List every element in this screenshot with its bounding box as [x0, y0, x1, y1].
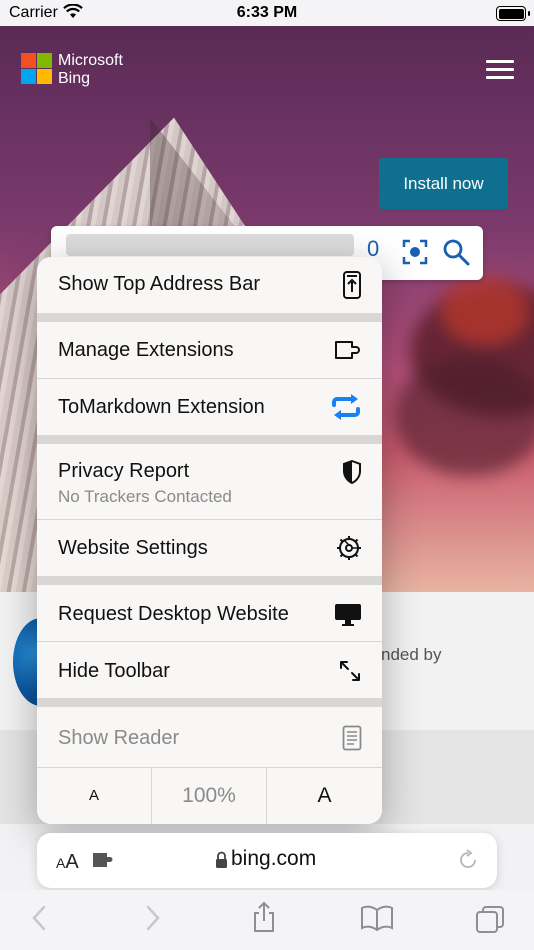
menu-item-manage-extensions[interactable]: Manage Extensions — [37, 322, 382, 378]
zoom-controls: A 100% A — [37, 768, 382, 824]
menu-item-website-settings[interactable]: Website Settings — [37, 520, 382, 576]
battery-icon — [496, 6, 526, 21]
expand-arrows-icon — [340, 661, 360, 681]
privacy-report-status: No Trackers Contacted — [58, 487, 232, 506]
decrease-text-size-button[interactable]: A — [37, 768, 151, 824]
menu-item-show-reader[interactable]: Show Reader — [37, 707, 382, 767]
url-text: bing.com — [231, 847, 317, 870]
bottom-toolbar — [0, 890, 534, 950]
share-icon[interactable] — [250, 900, 278, 934]
status-bar: Carrier 6:33 PM — [0, 0, 534, 26]
menu-item-hide-toolbar[interactable]: Hide Toolbar — [37, 642, 382, 698]
visual-search-icon[interactable] — [401, 238, 429, 266]
clock: 6:33 PM — [236, 4, 298, 21]
reload-icon[interactable] — [457, 849, 479, 871]
extension-icon[interactable] — [92, 850, 116, 870]
address-bar-top-icon — [343, 271, 361, 299]
page-menu: Show Top Address Bar Manage Extensions T… — [37, 257, 382, 824]
hamburger-menu-icon[interactable] — [486, 60, 514, 80]
puzzle-icon — [335, 341, 360, 359]
page-settings-button[interactable]: AA — [56, 851, 79, 874]
menu-item-show-top-address-bar[interactable]: Show Top Address Bar — [37, 257, 382, 313]
reader-icon — [342, 725, 362, 751]
search-icon[interactable] — [442, 238, 470, 266]
increase-text-size-button[interactable]: A — [267, 768, 382, 824]
shield-icon — [343, 460, 361, 484]
address-bar[interactable]: AA bing.com — [37, 833, 497, 888]
forward-icon[interactable] — [144, 904, 162, 932]
repeat-arrows-icon — [332, 394, 360, 420]
gear-icon — [337, 536, 361, 560]
zoom-level[interactable]: 100% — [152, 768, 266, 824]
menu-item-tomarkdown-extension[interactable]: ToMarkdown Extension — [37, 379, 382, 435]
menu-item-privacy-report[interactable]: Privacy Report No Trackers Contacted — [37, 444, 382, 519]
back-icon[interactable] — [30, 904, 48, 932]
tabs-icon[interactable] — [474, 904, 506, 936]
install-now-button[interactable]: Install now — [379, 158, 508, 209]
search-input[interactable] — [66, 234, 354, 256]
brand-name[interactable]: Microsoft Bing — [58, 52, 123, 88]
recommendation-text: nded by — [381, 645, 442, 664]
menu-item-request-desktop-website[interactable]: Request Desktop Website — [37, 585, 382, 641]
desktop-icon — [335, 604, 361, 626]
lock-icon — [216, 851, 227, 868]
bookmarks-icon[interactable] — [360, 904, 394, 932]
